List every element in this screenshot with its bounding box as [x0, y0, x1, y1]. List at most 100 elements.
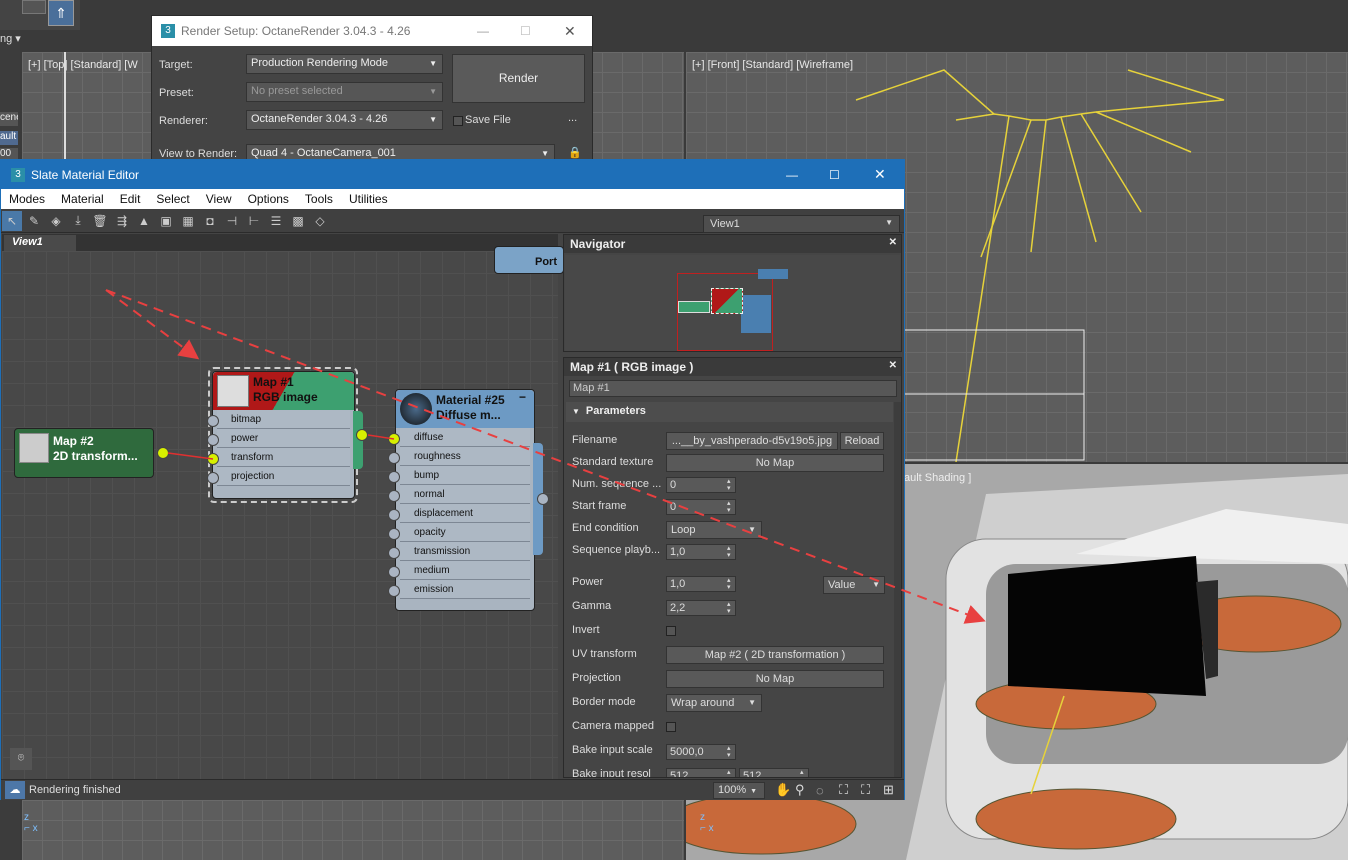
target-dropdown[interactable]: Production Rendering Mode ▼	[246, 54, 443, 74]
render-map-icon[interactable]: ◇	[310, 211, 330, 231]
node-map2[interactable]: Map #2 2D transform...	[14, 428, 154, 478]
menu-tools[interactable]: Tools	[305, 192, 333, 206]
render-setup-titlebar[interactable]: 3 Render Setup: OctaneRender 3.04.3 - 4.…	[152, 16, 592, 46]
socket-transmission[interactable]	[388, 547, 400, 559]
projection-button[interactable]: No Map	[666, 670, 884, 688]
frame-all-icon[interactable]: ⛶	[839, 782, 848, 798]
menu-utilities[interactable]: Utilities	[349, 192, 388, 206]
more-button[interactable]: ...	[568, 112, 577, 124]
preset-dropdown[interactable]: No preset selected ▼	[246, 82, 443, 102]
socket-diffuse[interactable]	[388, 433, 400, 445]
sample-icon[interactable]: ◘	[200, 211, 220, 231]
lock-icon[interactable]: 🔒	[568, 146, 582, 159]
eyedropper-icon[interactable]: ✎	[24, 211, 44, 231]
delete-icon[interactable]: 🗑	[90, 211, 110, 231]
hide-icon[interactable]: ▲	[134, 211, 154, 231]
map-name-field[interactable]: Map #1	[569, 380, 897, 397]
socket-opacity[interactable]	[388, 528, 400, 540]
zoom-icon[interactable]: ⚲	[795, 782, 805, 798]
parameters-section-header[interactable]: ▼ Parameters	[566, 402, 893, 422]
move-children-icon[interactable]: ⇶	[112, 211, 132, 231]
slot-normal[interactable]: normal	[400, 485, 530, 504]
maximize-icon[interactable]: ☐	[829, 168, 840, 182]
standard-texture-button[interactable]: No Map	[666, 454, 884, 472]
slot-emission[interactable]: emission	[400, 580, 530, 599]
node-material25[interactable]: Material #25 Diffuse m... − diffuse roug…	[395, 389, 535, 611]
socket-displacement[interactable]	[388, 509, 400, 521]
power-spinner[interactable]: 1,0	[666, 576, 736, 592]
navigate-icon[interactable]: ⊞	[883, 782, 894, 798]
workspace-dropdown[interactable]: ng ▾	[0, 32, 60, 48]
menu-modes[interactable]: Modes	[9, 192, 45, 206]
renderer-dropdown[interactable]: OctaneRender 3.04.3 - 4.26 ▼	[246, 110, 443, 130]
socket-power[interactable]	[207, 434, 219, 446]
slot-bitmap[interactable]: bitmap	[217, 410, 350, 429]
map2-output-socket[interactable]	[157, 447, 169, 459]
uv-transform-button[interactable]: Map #2 ( 2D transformation )	[666, 646, 884, 664]
save-file-checkbox[interactable]	[453, 116, 463, 126]
invert-checkbox[interactable]	[666, 626, 676, 636]
camera-mapped-checkbox[interactable]	[666, 722, 676, 732]
menu-select[interactable]: Select	[156, 192, 189, 206]
socket-bitmap[interactable]	[207, 415, 219, 427]
node-view[interactable]: Port Map #2 2D transform... Map #1 RGB i…	[2, 246, 564, 779]
left-item-1[interactable]: cene	[0, 112, 18, 126]
browser-icon[interactable]: ▩	[288, 211, 308, 231]
select-tool-icon[interactable]: ↖	[2, 210, 22, 231]
close-icon[interactable]: ✕	[874, 166, 886, 183]
left-item-2[interactable]: ault	[0, 131, 18, 145]
render-button[interactable]: Render	[452, 54, 585, 103]
view-tab[interactable]: View1	[4, 235, 76, 251]
reload-button[interactable]: Reload	[840, 432, 884, 450]
assign-icon[interactable]: ⤓	[68, 211, 88, 231]
slot-transmission[interactable]: transmission	[400, 542, 530, 561]
background-icon[interactable]: ▦	[178, 211, 198, 231]
navigator-canvas[interactable]	[565, 255, 900, 351]
close-icon[interactable]: ✕	[889, 237, 897, 248]
slot-medium[interactable]: medium	[400, 561, 530, 580]
close-icon[interactable]: ✕	[889, 360, 897, 371]
num-sequence-spinner[interactable]: 0	[666, 477, 736, 493]
collapse-icon[interactable]: −	[519, 390, 526, 405]
socket-transform[interactable]	[207, 453, 219, 465]
binoculars-icon[interactable]: ⌾	[10, 748, 32, 770]
slot-displacement[interactable]: displacement	[400, 504, 530, 523]
tool-icon-1[interactable]	[22, 0, 46, 14]
view-select-dropdown[interactable]: View1 ▼	[703, 215, 900, 233]
node-map1[interactable]: Map #1 RGB image bitmap power transform …	[212, 371, 355, 499]
socket-projection[interactable]	[207, 472, 219, 484]
socket-emission[interactable]	[388, 585, 400, 597]
viewport-persp-left[interactable]	[22, 800, 684, 860]
frame-selected-icon[interactable]: ⛶	[861, 782, 870, 798]
maximize-icon[interactable]: ☐	[520, 24, 531, 38]
menu-options[interactable]: Options	[248, 192, 289, 206]
minimize-icon[interactable]: —	[477, 24, 489, 38]
put-to-scene-icon[interactable]: ◈	[46, 211, 66, 231]
border-mode-dropdown[interactable]: Wrap around ▼	[666, 694, 762, 712]
node-partial[interactable]: Port	[494, 246, 564, 274]
socket-bump[interactable]	[388, 471, 400, 483]
menu-material[interactable]: Material	[61, 192, 104, 206]
layout-icon[interactable]: ⊣	[222, 211, 242, 231]
tool-icon-2[interactable]: ⇑	[48, 0, 74, 26]
show-map-icon[interactable]: ▣	[156, 211, 176, 231]
power-mode-dropdown[interactable]: Value ▼	[823, 576, 885, 594]
end-condition-dropdown[interactable]: Loop ▼	[666, 521, 762, 539]
scrollbar[interactable]	[894, 402, 901, 777]
slot-diffuse[interactable]: diffuse	[400, 428, 530, 447]
minimize-icon[interactable]: —	[786, 168, 798, 182]
slate-titlebar[interactable]: 3 Slate Material Editor — ☐ ✕	[1, 160, 904, 189]
layout-children-icon[interactable]: ⊢	[244, 211, 264, 231]
slot-power[interactable]: power	[217, 429, 350, 448]
slot-bump[interactable]: bump	[400, 466, 530, 485]
pan-icon[interactable]: ✋	[775, 782, 791, 798]
slot-transform[interactable]: transform	[217, 448, 350, 467]
sequence-playback-spinner[interactable]: 1,0	[666, 544, 736, 560]
menu-edit[interactable]: Edit	[120, 192, 141, 206]
filename-button[interactable]: ...__by_vashperado-d5v19o5.jpg	[666, 432, 838, 450]
bake-scale-spinner[interactable]: 5000,0	[666, 744, 736, 760]
bake-resolution-x-spinner[interactable]: 512	[666, 768, 736, 777]
slot-opacity[interactable]: opacity	[400, 523, 530, 542]
zoom-dropdown[interactable]: 100% ▼	[713, 782, 765, 799]
close-icon[interactable]: ✕	[564, 23, 576, 40]
